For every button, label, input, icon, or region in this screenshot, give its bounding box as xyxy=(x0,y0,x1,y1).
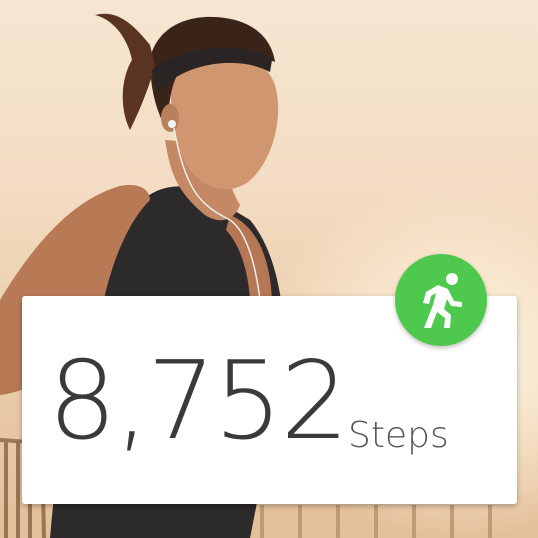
watch-screen: 8,752 Steps xyxy=(0,0,538,538)
step-count-value: 8,752 xyxy=(48,339,349,464)
running-person-icon xyxy=(423,273,462,328)
step-unit-label: Steps xyxy=(348,415,449,456)
activity-badge[interactable] xyxy=(395,254,487,346)
